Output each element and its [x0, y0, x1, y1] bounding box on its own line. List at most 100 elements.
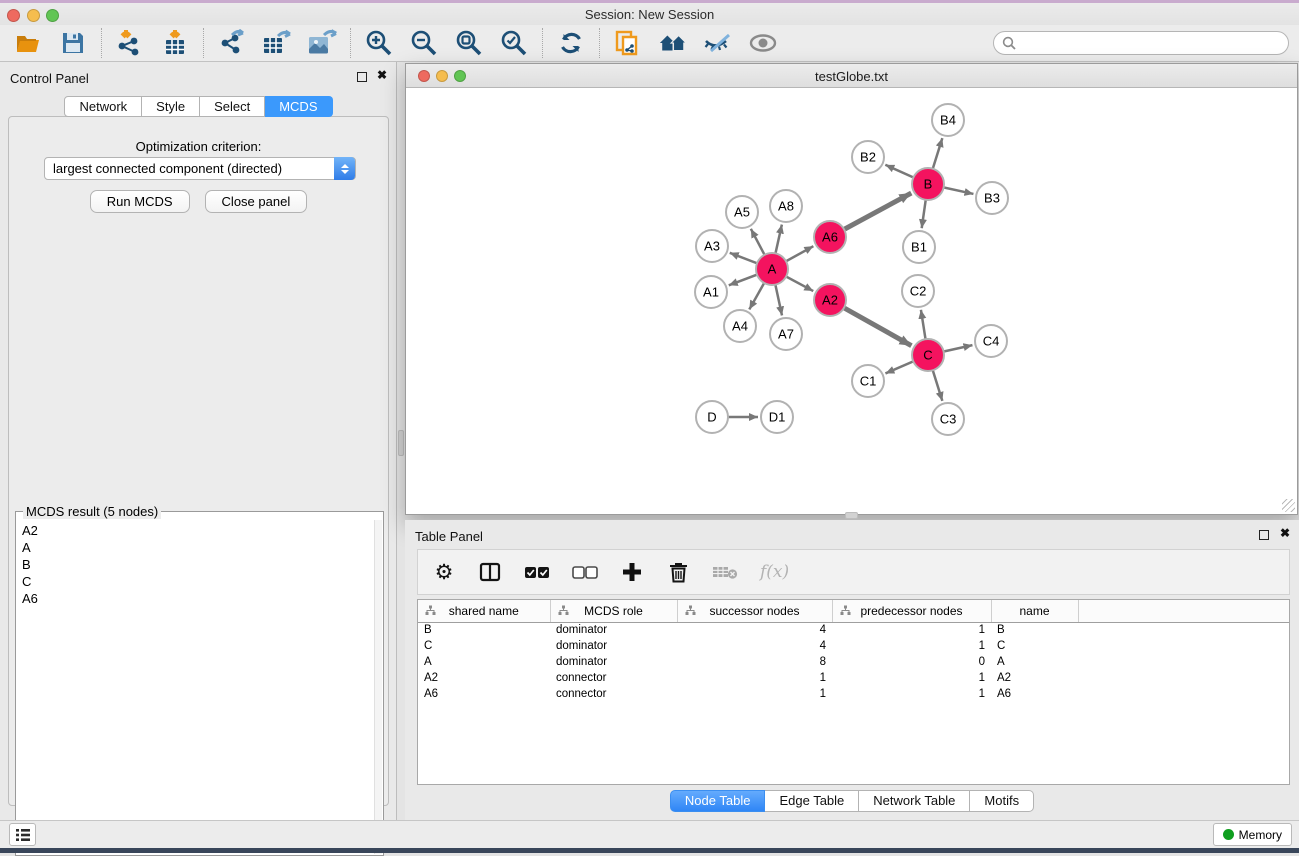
- table-cell[interactable]: 8: [677, 654, 832, 670]
- table-cell[interactable]: 1: [677, 670, 832, 686]
- clone-network-view-icon[interactable]: [613, 28, 643, 58]
- graph-node-A4[interactable]: A4: [724, 310, 756, 342]
- column-header-shared-name[interactable]: shared name: [418, 600, 550, 622]
- zoom-fit-icon[interactable]: [454, 28, 484, 58]
- graph-node-D1[interactable]: D1: [761, 401, 793, 433]
- window-resize-grip[interactable]: [1282, 499, 1295, 512]
- search-input[interactable]: [993, 31, 1289, 55]
- memory-button[interactable]: Memory: [1213, 823, 1292, 846]
- table-cell[interactable]: C: [418, 638, 550, 654]
- table-cell[interactable]: 4: [677, 622, 832, 638]
- import-table-icon[interactable]: [160, 28, 190, 58]
- run-mcds-button[interactable]: Run MCDS: [90, 190, 190, 213]
- tab-mcds[interactable]: MCDS: [265, 96, 332, 117]
- close-panel-icon[interactable]: ✖: [1280, 526, 1290, 540]
- graph-node-A3[interactable]: A3: [696, 230, 728, 262]
- table-splitter-handle[interactable]: [845, 512, 858, 519]
- mcds-result-item[interactable]: C: [22, 573, 374, 590]
- graph-node-A6[interactable]: A6: [814, 221, 846, 253]
- table-cell[interactable]: A6: [418, 686, 550, 702]
- tab-motifs[interactable]: Motifs: [970, 790, 1034, 812]
- close-panel-button[interactable]: Close panel: [205, 190, 308, 213]
- table-row[interactable]: A6connector11A6: [418, 686, 1289, 702]
- add-row-icon[interactable]: [620, 562, 644, 582]
- table-cell[interactable]: A: [991, 654, 1078, 670]
- table-cell[interactable]: A: [418, 654, 550, 670]
- zoom-selected-icon[interactable]: [499, 28, 529, 58]
- table-row[interactable]: Bdominator41B: [418, 622, 1289, 638]
- column-header-name[interactable]: name: [991, 600, 1078, 622]
- export-image-icon[interactable]: [307, 28, 337, 58]
- home-icon[interactable]: [658, 28, 688, 58]
- graph-node-B3[interactable]: B3: [976, 182, 1008, 214]
- table-cell[interactable]: 1: [832, 638, 991, 654]
- tab-edge-table[interactable]: Edge Table: [765, 790, 859, 812]
- mcds-result-item[interactable]: A6: [22, 590, 374, 607]
- delete-rows-icon[interactable]: [666, 562, 690, 583]
- table-cell[interactable]: connector: [550, 686, 677, 702]
- select-all-icon[interactable]: [524, 566, 550, 579]
- column-header-successor-nodes[interactable]: successor nodes: [677, 600, 832, 622]
- table-cell[interactable]: connector: [550, 670, 677, 686]
- table-row[interactable]: A2connector11A2: [418, 670, 1289, 686]
- graph-node-C[interactable]: C: [912, 339, 944, 371]
- table-cell[interactable]: 4: [677, 638, 832, 654]
- graph-node-A2[interactable]: A2: [814, 284, 846, 316]
- tab-network-table[interactable]: Network Table: [859, 790, 970, 812]
- settings-icon[interactable]: ⚙: [432, 562, 456, 583]
- graph-node-C4[interactable]: C4: [975, 325, 1007, 357]
- open-session-icon[interactable]: [13, 28, 43, 58]
- mcds-result-item[interactable]: B: [22, 556, 374, 573]
- float-panel-icon[interactable]: [357, 72, 367, 82]
- node-table[interactable]: shared nameMCDS rolesuccessor nodesprede…: [418, 600, 1289, 702]
- mcds-result-item[interactable]: A2: [22, 522, 374, 539]
- close-panel-icon[interactable]: ✖: [377, 68, 387, 82]
- graph-node-A1[interactable]: A1: [695, 276, 727, 308]
- column-header-predecessor-nodes[interactable]: predecessor nodes: [832, 600, 991, 622]
- graph-node-D[interactable]: D: [696, 401, 728, 433]
- refresh-icon[interactable]: [556, 28, 586, 58]
- table-cell[interactable]: B: [991, 622, 1078, 638]
- graph-node-A5[interactable]: A5: [726, 196, 758, 228]
- graph-node-B1[interactable]: B1: [903, 231, 935, 263]
- graph-node-B2[interactable]: B2: [852, 141, 884, 173]
- table-cell[interactable]: 1: [832, 622, 991, 638]
- deselect-all-icon[interactable]: [572, 566, 598, 579]
- tab-style[interactable]: Style: [142, 96, 200, 117]
- export-network-icon[interactable]: [217, 28, 247, 58]
- table-cell[interactable]: C: [991, 638, 1078, 654]
- panel-splitter-handle[interactable]: [398, 430, 404, 456]
- graph-node-B4[interactable]: B4: [932, 104, 964, 136]
- zoom-in-icon[interactable]: [364, 28, 394, 58]
- hide-details-icon[interactable]: [703, 28, 733, 58]
- function-builder-icon[interactable]: f(x): [760, 562, 789, 582]
- graph-node-A7[interactable]: A7: [770, 318, 802, 350]
- result-scrollbar[interactable]: [374, 520, 382, 854]
- graph-node-A8[interactable]: A8: [770, 190, 802, 222]
- show-details-icon[interactable]: [748, 28, 778, 58]
- table-cell[interactable]: 1: [832, 670, 991, 686]
- tab-network[interactable]: Network: [64, 96, 142, 117]
- task-history-button[interactable]: [9, 823, 36, 846]
- criterion-select[interactable]: largest connected component (directed): [44, 157, 356, 180]
- table-cell[interactable]: dominator: [550, 638, 677, 654]
- graph-node-A[interactable]: A: [756, 253, 788, 285]
- table-cell[interactable]: A2: [991, 670, 1078, 686]
- table-cell[interactable]: 1: [832, 686, 991, 702]
- graph-node-C2[interactable]: C2: [902, 275, 934, 307]
- table-row[interactable]: Cdominator41C: [418, 638, 1289, 654]
- show-columns-icon[interactable]: [478, 562, 502, 582]
- tab-node-table[interactable]: Node Table: [670, 790, 766, 812]
- mcds-result-item[interactable]: A: [22, 539, 374, 556]
- table-cell[interactable]: 0: [832, 654, 991, 670]
- table-cell[interactable]: A6: [991, 686, 1078, 702]
- float-panel-icon[interactable]: [1259, 530, 1269, 540]
- table-cell[interactable]: dominator: [550, 622, 677, 638]
- table-cell[interactable]: 1: [677, 686, 832, 702]
- graph-node-C1[interactable]: C1: [852, 365, 884, 397]
- graph-node-C3[interactable]: C3: [932, 403, 964, 435]
- export-table-icon[interactable]: [262, 28, 292, 58]
- table-cell[interactable]: A2: [418, 670, 550, 686]
- save-session-icon[interactable]: [58, 28, 88, 58]
- network-canvas[interactable]: B4B2BB3A5A8A6A3B1AA1C2A2A4A7C4CC1C3DD1: [406, 88, 1297, 514]
